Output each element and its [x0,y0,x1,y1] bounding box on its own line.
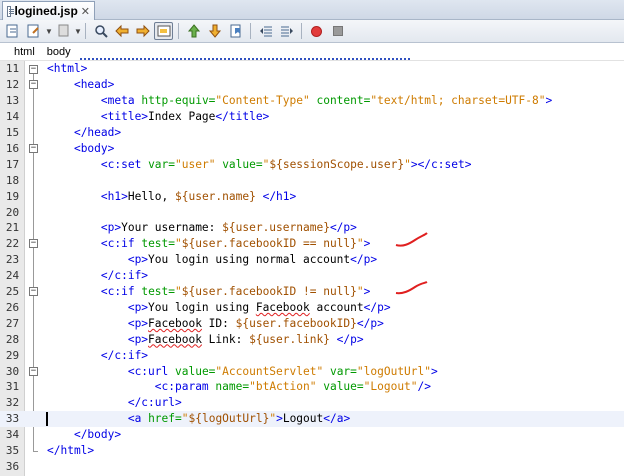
code-line-25: 25 <c:if test="${user.facebookID != null… [0,284,624,300]
chevron-down-icon[interactable]: ▼ [74,27,82,36]
line-number: 34 [5,428,20,442]
fold-toggle-icon[interactable]: − [29,144,38,153]
code-line-23: 23 <p>You login using normal account</p> [0,252,624,268]
code-line-28: 28 <p>Facebook Link: ${user.link} </p> [0,331,624,347]
code-line-24: 24 </c:if> [0,268,624,284]
editor-toolbar: ▼ ▼ [0,20,624,43]
breadcrumb-item-html[interactable]: html [14,46,35,58]
code-line-26: 26 <p>You login using Facebook account</… [0,300,624,316]
line-number: 31 [5,380,20,394]
line-number: 24 [5,269,20,283]
toolbar-separator [250,23,251,39]
line-number: 25 [5,285,20,299]
line-number: 11 [5,62,20,76]
line-number: 17 [5,157,20,171]
source-history-icon[interactable] [3,22,22,40]
code-line-34: 34 </body> [0,427,624,443]
code-line-12: 12 <head> [0,77,624,93]
chevron-down-icon[interactable]: ▼ [45,27,53,36]
line-number: 13 [5,94,20,108]
code-line-16: 16 <body> [0,141,624,157]
code-line-31: 31 <c:param name="btAction" value="Logou… [0,379,624,395]
code-line-32: 32 </c:url> [0,395,624,411]
handwritten-check-mark [395,232,428,247]
find-prev-icon[interactable] [112,22,131,40]
last-edit-icon[interactable] [24,22,43,40]
editor-tab-bar: logined.jsp ✕ [0,0,624,20]
toolbar-separator [301,23,302,39]
code-line-36: 36 [0,459,624,475]
find-icon[interactable] [91,22,110,40]
fold-toggle-icon[interactable]: − [29,80,38,90]
toolbar-separator [178,23,179,39]
line-number: 19 [5,189,20,203]
shift-left-icon[interactable] [256,22,275,40]
jsp-file-icon [7,5,15,17]
code-line-18: 18 [0,172,624,188]
prev-bookmark-icon[interactable] [184,22,203,40]
code-line-29: 29 </c:if> [0,347,624,363]
line-number: 28 [5,332,20,346]
line-number: 36 [5,459,20,473]
line-number: 15 [5,126,20,140]
toolbar-separator [85,23,86,39]
toggle-highlight-icon[interactable] [154,22,173,40]
code-line-27: 27 <p>Facebook ID: ${user.facebookID}</p… [0,315,624,331]
code-line-13: 13 <meta http-equiv="Content-Type" conte… [0,93,624,109]
code-line-14: 14 <title>Index Page</title> [0,109,624,125]
tab-title: logined.jsp [14,4,78,18]
line-number: 27 [5,316,20,330]
code-line-33-current: 33 <a href="${logOutUrl}">Logout</a> [0,410,624,427]
line-number: 32 [5,396,20,410]
breadcrumb: html body [0,43,624,61]
back-icon[interactable] [53,22,72,40]
code-line-15: 15 </head> [0,125,624,141]
line-number: 14 [5,110,20,124]
code-line-30: 30 <c:url value="AccountServlet" var="lo… [0,363,624,379]
breadcrumb-item-body[interactable]: body [47,46,71,58]
code-line-35: 35 </html> [0,443,624,459]
line-number: 18 [5,173,20,187]
code-line-11: 11 <html> [0,61,624,77]
stop-macro-icon[interactable] [328,22,347,40]
line-number: 22 [5,237,20,251]
code-line-22: 22 <c:if test="${user.facebookID == null… [0,236,624,252]
code-line-20: 20 [0,204,624,220]
code-line-19: 19 <h1>Hello, ${user.name} </h1> [0,188,624,204]
code-editor[interactable]: 11 <html> − 12 <head> − 13 <meta http-eq… [0,61,624,476]
line-number: 20 [5,205,20,219]
text-caret [46,411,48,426]
fold-toggle-icon[interactable]: − [29,366,38,376]
record-macro-icon[interactable] [307,22,326,40]
fold-toggle-icon[interactable]: − [29,239,38,249]
fold-toggle-icon[interactable]: − [29,287,38,297]
fold-toggle-icon[interactable]: − [29,64,38,74]
line-number: 26 [5,300,20,314]
line-number: 16 [5,141,20,155]
line-number: 29 [5,348,20,362]
line-number: 30 [5,364,20,378]
code-line-17: 17 <c:set var="user" value="${sessionSco… [0,156,624,172]
tab-logined-jsp[interactable]: logined.jsp ✕ [2,1,95,20]
line-number: 35 [5,444,20,458]
find-next-icon[interactable] [133,22,152,40]
code-line-21: 21 <p>Your username: ${user.username}</p… [0,220,624,236]
line-number: 12 [5,78,20,92]
handwritten-check-mark [395,280,428,294]
line-number: 21 [5,221,20,235]
line-number: 33 [5,412,20,426]
next-bookmark-icon[interactable] [205,22,224,40]
toggle-bookmark-icon[interactable] [226,22,245,40]
line-number: 23 [5,253,20,267]
shift-right-icon[interactable] [277,22,296,40]
close-tab-icon[interactable]: ✕ [81,5,90,18]
